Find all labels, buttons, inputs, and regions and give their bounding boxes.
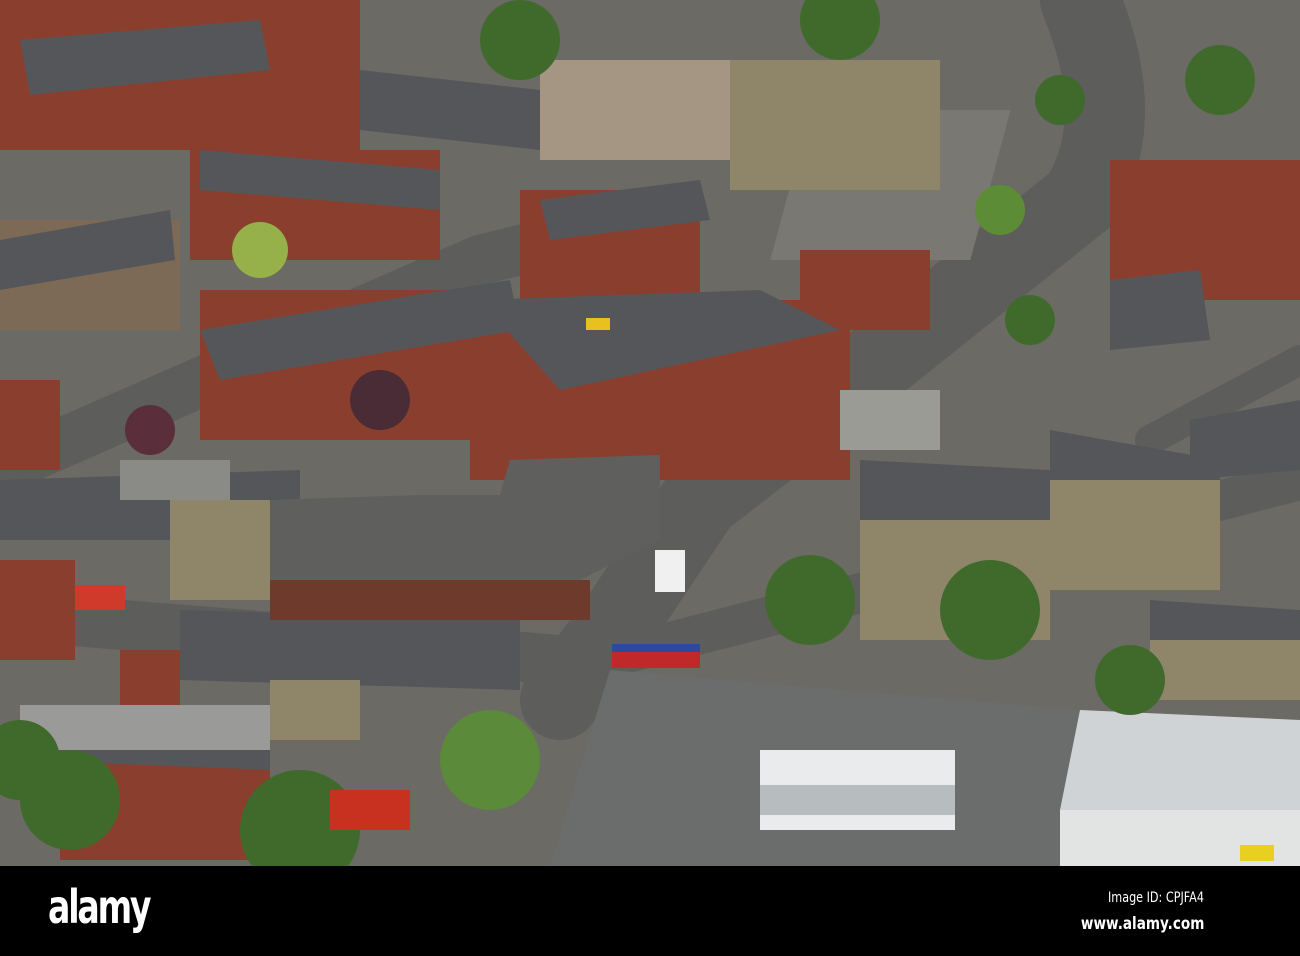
- site-url: www.alamy.com: [1080, 914, 1204, 934]
- alamy-logo: alamy: [48, 880, 152, 934]
- stock-photo: alamy Image ID: CPJFA4 www.alamy.com: [0, 0, 1300, 956]
- watermark-bar: alamy Image ID: CPJFA4 www.alamy.com: [0, 866, 1300, 956]
- aerial-town-photo: [0, 0, 1300, 866]
- image-id-label: Image ID: CPJFA4: [1108, 890, 1204, 906]
